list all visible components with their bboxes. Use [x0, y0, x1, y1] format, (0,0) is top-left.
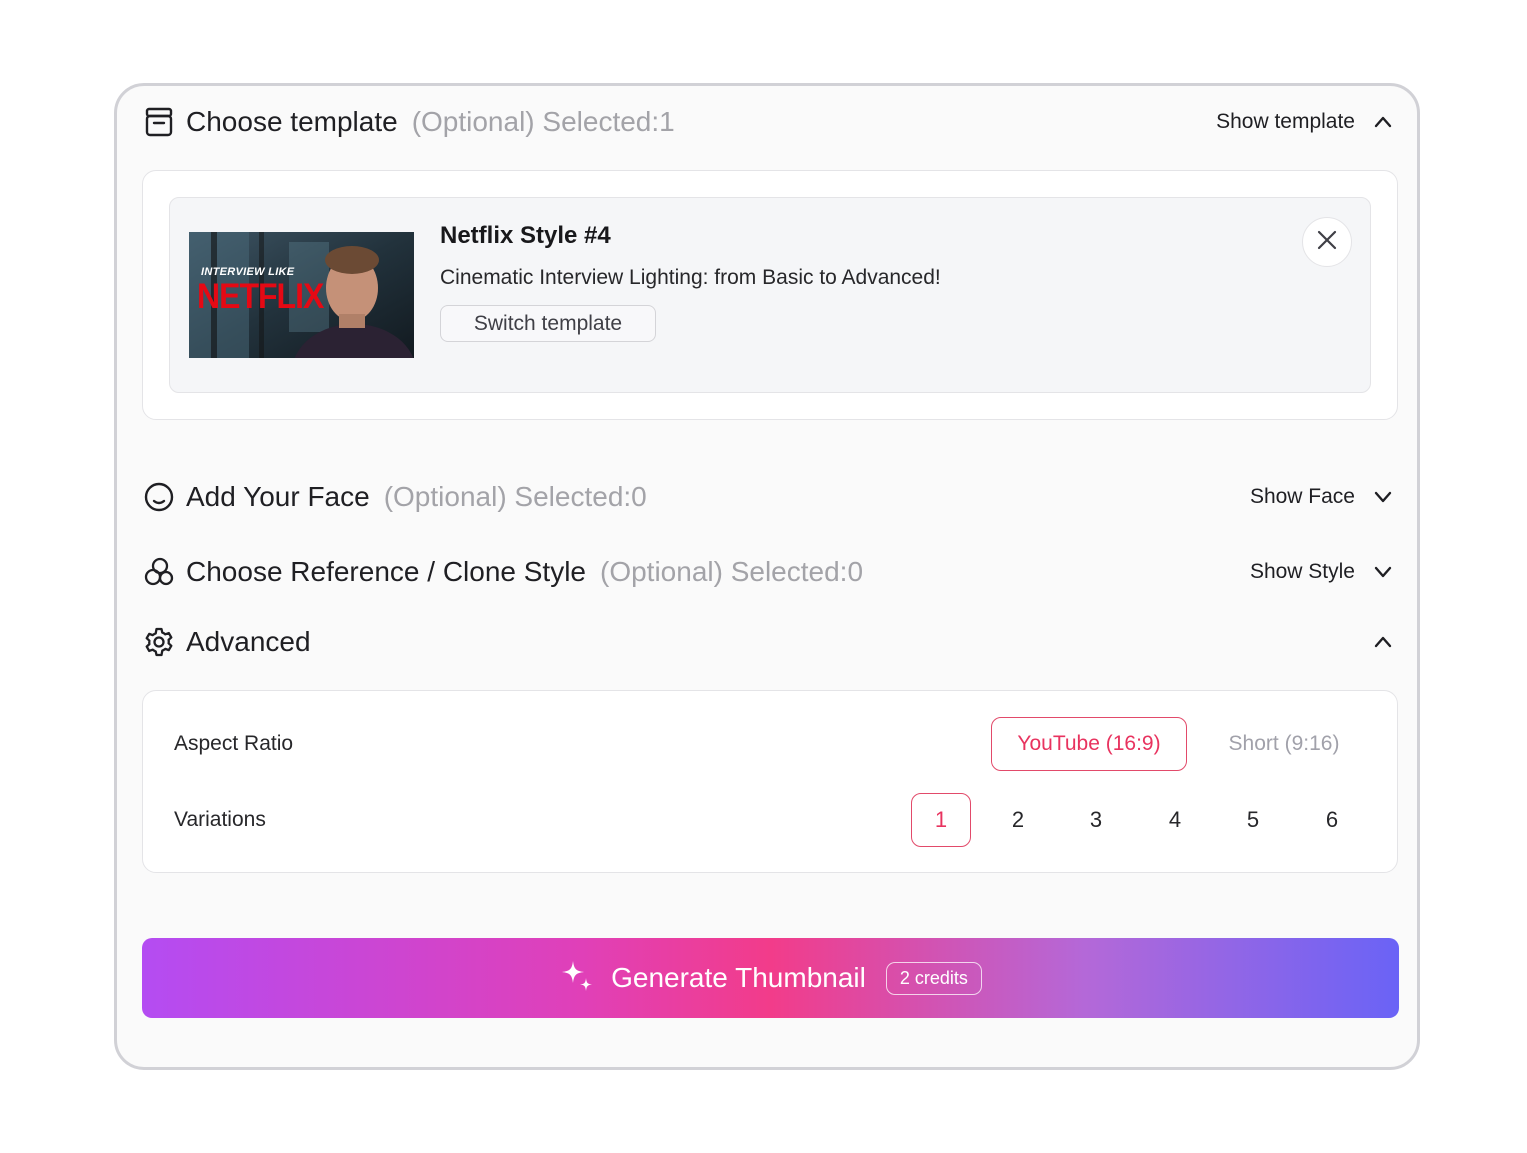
thumbnail-brand-text: NETFLIX — [197, 276, 324, 316]
template-section-title: Choose template — [186, 106, 398, 137]
aspect-short-option[interactable]: Short (9:16) — [1214, 717, 1354, 771]
show-template-label: Show template — [1216, 110, 1355, 133]
style-section-meta: (Optional) Selected:0 — [600, 556, 864, 587]
variation-option-6[interactable]: 6 — [1302, 793, 1362, 847]
face-section-header[interactable]: Add Your Face (Optional) Selected:0 Show… — [142, 475, 1395, 519]
variation-option-2[interactable]: 2 — [988, 793, 1048, 847]
show-template-toggle[interactable]: Show template — [1216, 110, 1395, 134]
chevron-down-icon — [1371, 560, 1395, 584]
advanced-options-box: Aspect Ratio YouTube (16:9) Short (9:16)… — [142, 690, 1398, 873]
template-section-header[interactable]: Choose template (Optional) Selected:1 Sh… — [142, 100, 1395, 144]
show-style-toggle[interactable]: Show Style — [1250, 560, 1395, 584]
face-icon — [142, 480, 176, 514]
advanced-section-header[interactable]: Advanced — [142, 620, 1395, 664]
variations-label: Variations — [174, 808, 266, 831]
credits-badge: 2 credits — [885, 961, 982, 995]
advanced-collapse-toggle[interactable] — [1355, 630, 1395, 654]
template-selection-box: INTERVIEW LIKE NETFLIX Netflix Style #4 … — [142, 170, 1398, 420]
template-name: Netflix Style #4 — [440, 222, 611, 249]
show-face-toggle[interactable]: Show Face — [1250, 485, 1395, 509]
archive-box-icon — [142, 105, 176, 139]
variation-option-1[interactable]: 1 — [911, 793, 971, 847]
variation-option-3[interactable]: 3 — [1066, 793, 1126, 847]
chevron-up-icon — [1371, 110, 1395, 134]
variation-option-4[interactable]: 4 — [1145, 793, 1205, 847]
generate-thumbnail-button[interactable]: Generate Thumbnail 2 credits — [142, 938, 1399, 1018]
overlapping-circles-icon — [142, 555, 176, 589]
chevron-up-icon — [1371, 630, 1395, 654]
style-section-header[interactable]: Choose Reference / Clone Style (Optional… — [142, 550, 1395, 594]
variations-row: Variations 1 2 3 4 5 6 — [174, 793, 1397, 847]
generate-button-label: Generate Thumbnail — [611, 962, 866, 993]
template-section-meta: (Optional) Selected:1 — [411, 106, 675, 137]
gear-icon — [142, 625, 176, 659]
aspect-ratio-row: Aspect Ratio YouTube (16:9) Short (9:16) — [174, 717, 1397, 771]
face-section-title: Add Your Face — [186, 481, 370, 512]
aspect-youtube-option[interactable]: YouTube (16:9) — [991, 717, 1187, 771]
face-section-meta: (Optional) Selected:0 — [383, 481, 647, 512]
thumbnail-generator-panel: Choose template (Optional) Selected:1 Sh… — [114, 83, 1420, 1070]
sparkles-icon — [559, 958, 595, 999]
advanced-section-title: Advanced — [186, 626, 311, 657]
template-thumbnail: INTERVIEW LIKE NETFLIX — [189, 232, 414, 358]
remove-template-button[interactable] — [1302, 217, 1352, 267]
aspect-ratio-label: Aspect Ratio — [174, 732, 294, 755]
show-style-label: Show Style — [1249, 560, 1355, 583]
show-face-label: Show Face — [1249, 485, 1355, 508]
switch-template-button[interactable]: Switch template — [440, 305, 656, 342]
template-description: Cinematic Interview Lighting: from Basic… — [440, 266, 941, 289]
close-icon — [1316, 229, 1338, 256]
style-section-title: Choose Reference / Clone Style — [186, 556, 586, 587]
selected-template-card: INTERVIEW LIKE NETFLIX Netflix Style #4 … — [169, 197, 1371, 393]
chevron-down-icon — [1371, 485, 1395, 509]
variation-option-5[interactable]: 5 — [1223, 793, 1283, 847]
